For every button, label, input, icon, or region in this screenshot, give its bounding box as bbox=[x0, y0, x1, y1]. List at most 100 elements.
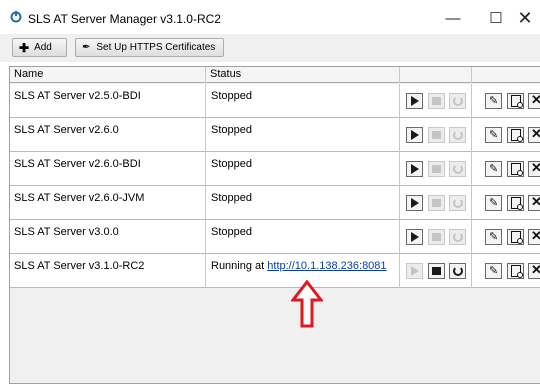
edit-button[interactable]: ✎ bbox=[485, 127, 502, 143]
restart-icon bbox=[453, 266, 463, 276]
config-file-icon bbox=[511, 265, 523, 278]
minimize-button[interactable]: — bbox=[431, 6, 475, 30]
edit-button[interactable]: ✎ bbox=[485, 93, 502, 109]
table-row[interactable]: SLS AT Server v2.6.0-JVM Stopped ✎ ✕ bbox=[10, 186, 540, 220]
pencil-icon: ✎ bbox=[489, 265, 499, 277]
restart-icon bbox=[453, 198, 463, 208]
delete-icon: ✕ bbox=[531, 194, 540, 209]
edit-button[interactable]: ✎ bbox=[485, 161, 502, 177]
play-icon bbox=[411, 164, 419, 174]
stop-button[interactable] bbox=[428, 263, 445, 279]
column-header-name[interactable]: Name bbox=[10, 67, 206, 83]
server-status: Stopped bbox=[211, 158, 252, 170]
play-icon bbox=[411, 198, 419, 208]
delete-button[interactable]: ✕ bbox=[528, 262, 540, 279]
pencil-icon: ✎ bbox=[489, 163, 499, 175]
https-button-label: Set Up HTTPS Certificates bbox=[96, 42, 216, 53]
server-actions-cell: ✎ ✕ bbox=[472, 220, 540, 254]
delete-button[interactable]: ✕ bbox=[528, 194, 540, 211]
restart-icon bbox=[453, 96, 463, 106]
server-name-cell: SLS AT Server v3.1.0-RC2 bbox=[10, 254, 206, 288]
restart-icon bbox=[453, 130, 463, 140]
window-title: SLS AT Server Manager v3.1.0-RC2 bbox=[28, 12, 221, 26]
server-actions-cell: ✎ ✕ bbox=[472, 186, 540, 220]
column-header-controls bbox=[400, 67, 472, 83]
table-row[interactable]: SLS AT Server v3.1.0-RC2 Running at http… bbox=[10, 254, 540, 288]
config-file-icon bbox=[511, 231, 523, 244]
server-name-cell: SLS AT Server v2.5.0-BDI bbox=[10, 84, 206, 118]
edit-button[interactable]: ✎ bbox=[485, 195, 502, 211]
pencil-icon: ✎ bbox=[489, 129, 499, 141]
server-name: SLS AT Server v2.6.0-JVM bbox=[14, 192, 145, 204]
app-icon bbox=[10, 11, 22, 23]
server-url-link[interactable]: http://10.1.138.236:8081 bbox=[267, 260, 386, 272]
restart-icon bbox=[453, 164, 463, 174]
edit-button[interactable]: ✎ bbox=[485, 229, 502, 245]
server-status-cell: Stopped bbox=[206, 220, 400, 254]
server-controls-cell bbox=[400, 118, 472, 152]
close-button[interactable]: ✕ bbox=[510, 6, 540, 30]
start-button[interactable] bbox=[406, 127, 423, 143]
pencil-icon: ✎ bbox=[489, 197, 499, 209]
configure-button[interactable] bbox=[507, 127, 524, 143]
server-status: Stopped bbox=[211, 192, 252, 204]
server-actions-cell: ✎ ✕ bbox=[472, 152, 540, 186]
server-name-cell: SLS AT Server v3.0.0 bbox=[10, 220, 206, 254]
server-status-cell: Stopped bbox=[206, 152, 400, 186]
configure-button[interactable] bbox=[507, 161, 524, 177]
table-row[interactable]: SLS AT Server v2.5.0-BDI Stopped ✎ ✕ bbox=[10, 84, 540, 118]
delete-button[interactable]: ✕ bbox=[528, 126, 540, 143]
delete-icon: ✕ bbox=[531, 228, 540, 243]
server-name: SLS AT Server v3.1.0-RC2 bbox=[14, 260, 145, 272]
server-status: Stopped bbox=[211, 124, 252, 136]
restart-button bbox=[449, 161, 466, 177]
column-header-status[interactable]: Status bbox=[206, 67, 400, 83]
server-status: Stopped bbox=[211, 226, 252, 238]
server-name-cell: SLS AT Server v2.6.0 bbox=[10, 118, 206, 152]
configure-button[interactable] bbox=[507, 263, 524, 279]
play-icon bbox=[411, 266, 419, 276]
table-row[interactable]: SLS AT Server v3.0.0 Stopped ✎ ✕ bbox=[10, 220, 540, 254]
configure-button[interactable] bbox=[507, 229, 524, 245]
play-icon bbox=[411, 96, 419, 106]
delete-button[interactable]: ✕ bbox=[528, 92, 540, 109]
edit-button[interactable]: ✎ bbox=[485, 263, 502, 279]
table-row[interactable]: SLS AT Server v2.6.0-BDI Stopped ✎ ✕ bbox=[10, 152, 540, 186]
config-file-icon bbox=[511, 129, 523, 142]
table-row[interactable]: SLS AT Server v2.6.0 Stopped ✎ ✕ bbox=[10, 118, 540, 152]
add-button[interactable]: ✚ Add bbox=[12, 38, 67, 57]
start-button[interactable] bbox=[406, 161, 423, 177]
server-status: Stopped bbox=[211, 90, 252, 102]
server-name-cell: SLS AT Server v2.6.0-BDI bbox=[10, 152, 206, 186]
stop-icon bbox=[432, 233, 441, 241]
configure-button[interactable] bbox=[507, 195, 524, 211]
start-button[interactable] bbox=[406, 229, 423, 245]
pencil-icon: ✎ bbox=[489, 231, 499, 243]
configure-button[interactable] bbox=[507, 93, 524, 109]
restart-icon bbox=[453, 232, 463, 242]
server-status-cell: Stopped bbox=[206, 186, 400, 220]
table-header: Name Status bbox=[10, 67, 540, 83]
stop-icon bbox=[432, 97, 441, 105]
restart-button bbox=[449, 195, 466, 211]
add-button-label: Add bbox=[34, 42, 52, 53]
red-arrow-annotation bbox=[291, 280, 323, 328]
https-certificates-button[interactable]: ✒ Set Up HTTPS Certificates bbox=[75, 38, 224, 57]
pencil-icon: ✎ bbox=[489, 95, 499, 107]
delete-icon: ✕ bbox=[531, 126, 540, 141]
delete-button[interactable]: ✕ bbox=[528, 160, 540, 177]
stop-button bbox=[428, 93, 445, 109]
delete-button[interactable]: ✕ bbox=[528, 228, 540, 245]
toolbar: ✚ Add ✒ Set Up HTTPS Certificates bbox=[0, 34, 540, 62]
config-file-icon bbox=[511, 163, 523, 176]
server-name-cell: SLS AT Server v2.6.0-JVM bbox=[10, 186, 206, 220]
plus-icon: ✚ bbox=[19, 40, 30, 55]
server-controls-cell bbox=[400, 186, 472, 220]
restart-button[interactable] bbox=[449, 263, 466, 279]
start-button[interactable] bbox=[406, 93, 423, 109]
start-button[interactable] bbox=[406, 195, 423, 211]
start-button bbox=[406, 263, 423, 279]
stop-button bbox=[428, 161, 445, 177]
server-table: Name Status SLS AT Server v2.5.0-BDI Sto… bbox=[9, 66, 540, 384]
stop-icon bbox=[432, 267, 441, 275]
